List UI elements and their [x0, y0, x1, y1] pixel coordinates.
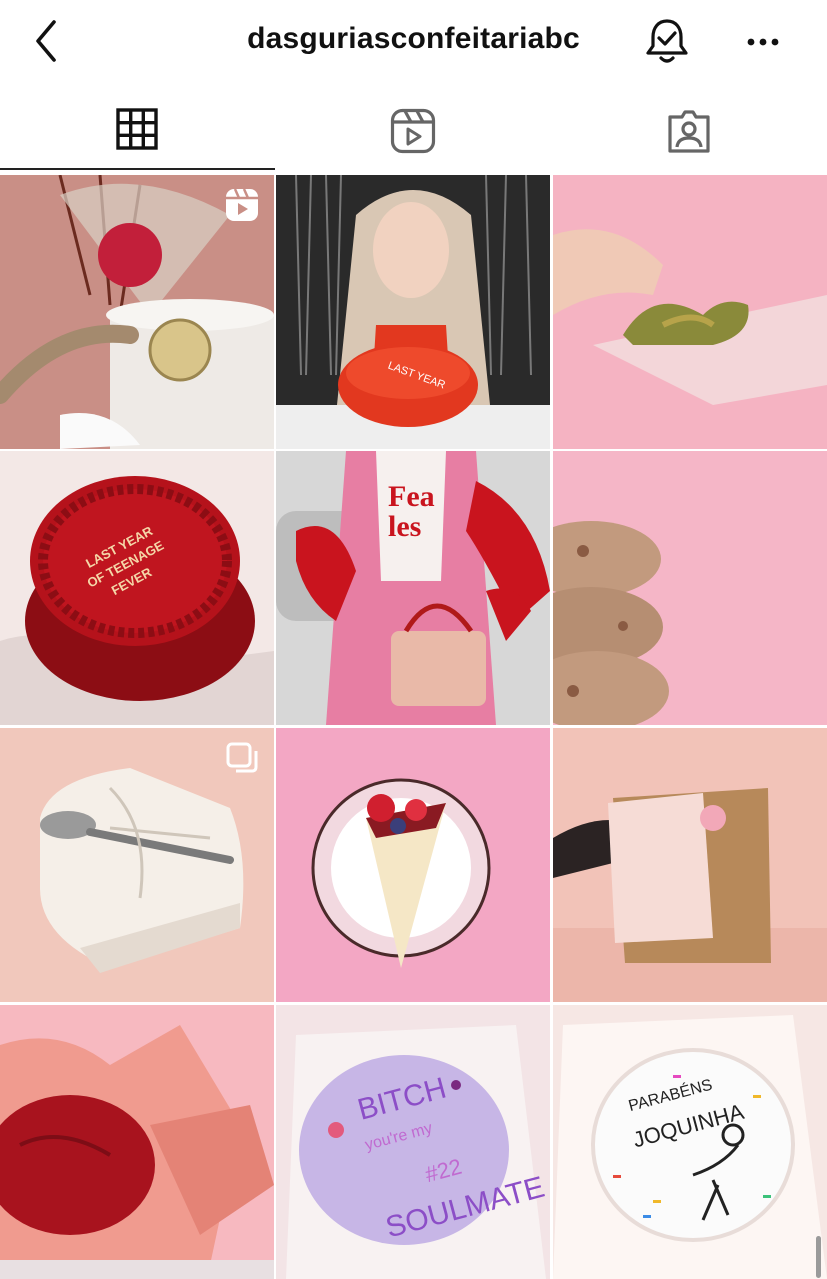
- more-horizontal-icon: [747, 38, 779, 46]
- post-tile-8[interactable]: [276, 728, 550, 1002]
- profile-username: dasguriasconfeitariabc: [247, 22, 580, 55]
- bell-check-icon: [646, 19, 688, 63]
- post-tile-11[interactable]: BITCH you're my #22 SOULMATE: [276, 1005, 550, 1279]
- post-tile-9[interactable]: [553, 728, 827, 1002]
- post-tile-12[interactable]: PARABÉNS JOQUINHA: [553, 1005, 827, 1279]
- profile-tabs: [0, 94, 827, 170]
- post-tile-2[interactable]: LAST YEAR: [276, 175, 550, 449]
- tab-reels[interactable]: [276, 94, 551, 170]
- post-tile-4[interactable]: LAST YEAR OF TEENAGE FEVER: [0, 451, 274, 725]
- post-tile-6[interactable]: [553, 451, 827, 725]
- post-6-image: [553, 451, 827, 725]
- post-tile-1[interactable]: [0, 175, 274, 449]
- post-2-image: LAST YEAR: [276, 175, 550, 449]
- grid-icon: [116, 108, 158, 150]
- reels-badge-icon: [226, 188, 258, 221]
- more-options-button[interactable]: [740, 28, 786, 56]
- reels-icon: [390, 108, 436, 154]
- post-tile-10[interactable]: [0, 1005, 274, 1279]
- post-10-image: [0, 1005, 274, 1279]
- posts-grid: LAST YEAR LAST YEAR OF TEENAGE FEVER Fea…: [0, 172, 827, 1279]
- active-tab-indicator: [0, 168, 275, 170]
- post-tile-5[interactable]: Fea les: [276, 451, 550, 725]
- carousel-badge-icon: [226, 742, 258, 773]
- post-12-image: PARABÉNS JOQUINHA: [553, 1005, 827, 1279]
- post-tile-3[interactable]: [553, 175, 827, 449]
- post-3-image: [553, 175, 827, 449]
- notifications-button[interactable]: [642, 16, 692, 68]
- post-5-image: Fea les: [276, 451, 550, 725]
- post-9-image: [553, 728, 827, 1002]
- chevron-left-icon: [36, 20, 56, 62]
- tab-posts[interactable]: [0, 94, 275, 170]
- post-11-image: BITCH you're my #22 SOULMATE: [276, 1005, 550, 1279]
- tab-tagged[interactable]: [552, 94, 827, 170]
- post-tile-7[interactable]: [0, 728, 274, 1002]
- svg-text:Fea: Fea: [388, 480, 435, 513]
- scrollbar[interactable]: [816, 1236, 821, 1278]
- tagged-person-icon: [668, 110, 710, 153]
- back-button[interactable]: [30, 18, 66, 64]
- svg-text:les: les: [388, 510, 421, 543]
- profile-header: dasguriasconfeitariabc: [0, 0, 827, 84]
- post-4-image: LAST YEAR OF TEENAGE FEVER: [0, 451, 274, 725]
- post-8-image: [276, 728, 550, 1002]
